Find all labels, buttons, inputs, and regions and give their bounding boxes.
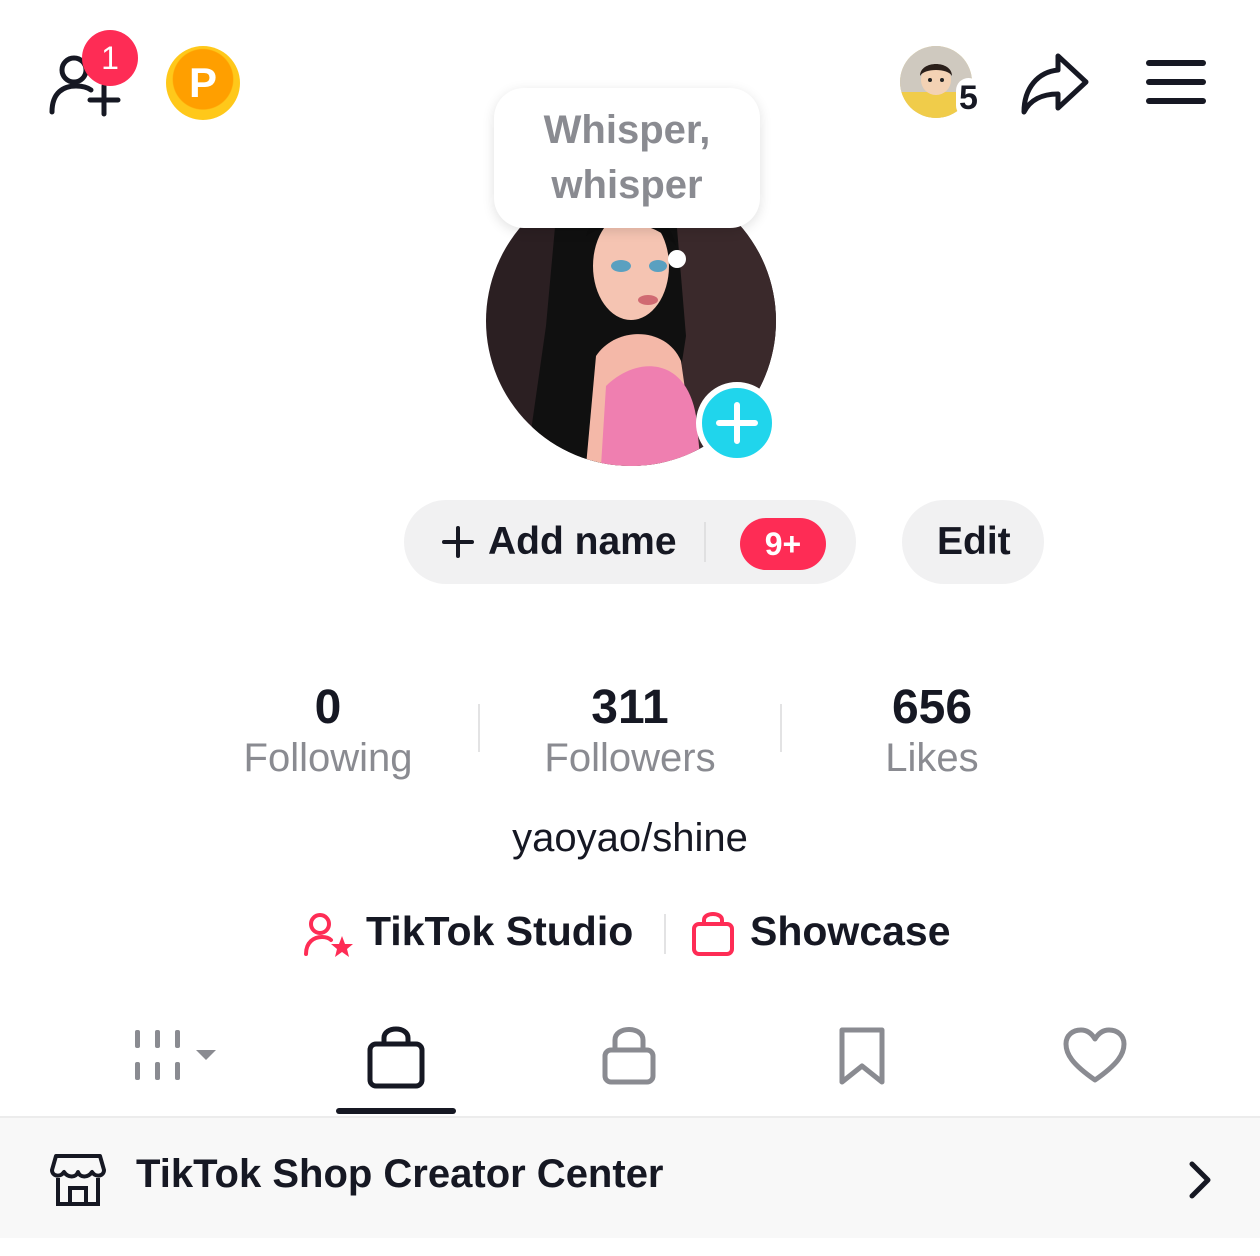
- coin-icon: P: [188, 59, 217, 106]
- lock-icon: [602, 1027, 656, 1085]
- profile-note-text: Whisper, whisper: [543, 108, 711, 207]
- menu-button[interactable]: [1146, 58, 1206, 106]
- pill-divider: [704, 522, 706, 562]
- creator-star-icon: [304, 913, 353, 957]
- coins-button[interactable]: P: [166, 46, 240, 120]
- likes-label: Likes: [885, 736, 979, 780]
- edit-label: Edit: [937, 520, 1011, 563]
- likes-count: 656: [891, 681, 973, 734]
- shopping-bag-icon: [692, 912, 734, 956]
- edit-profile-button[interactable]: Edit: [902, 500, 1044, 584]
- shop-creator-center-banner[interactable]: TikTok Shop Creator Center: [0, 1116, 1260, 1238]
- profile-note-bubble[interactable]: Whisper, whisper: [494, 88, 760, 228]
- tab-private[interactable]: [600, 1024, 658, 1086]
- tiktok-studio-link[interactable]: TikTok Studio: [302, 904, 646, 964]
- account-switch-count: 5: [956, 78, 981, 118]
- chevron-right-icon: [1189, 1161, 1211, 1199]
- bookmark-icon: [839, 1027, 885, 1085]
- tiktok-studio-label: TikTok Studio: [366, 908, 634, 954]
- add-name-label: Add name: [488, 520, 677, 563]
- tab-videos[interactable]: [130, 1026, 222, 1086]
- friend-request-badge: 1: [82, 30, 138, 86]
- tab-shop[interactable]: [364, 1024, 428, 1092]
- shop-creator-center-label: TikTok Shop Creator Center: [136, 1152, 664, 1196]
- active-tab-indicator: [336, 1108, 456, 1114]
- tab-saved[interactable]: [836, 1026, 888, 1086]
- grid-icon: [135, 1030, 216, 1080]
- stat-divider: [780, 704, 782, 752]
- following-count: 0: [314, 681, 342, 734]
- share-icon: [1021, 53, 1089, 115]
- share-button[interactable]: [1018, 50, 1092, 116]
- stat-divider: [478, 704, 480, 752]
- tab-liked[interactable]: [1062, 1026, 1128, 1086]
- shopping-bag-icon: [367, 1026, 425, 1089]
- hamburger-menu-icon: [1146, 60, 1206, 104]
- followers-count: 311: [591, 681, 669, 734]
- note-bubble-tail: [668, 250, 686, 268]
- add-name-badge: 9+: [740, 518, 826, 570]
- heart-icon: [1063, 1027, 1127, 1083]
- followers-label: Followers: [544, 736, 716, 780]
- links-divider: [664, 914, 666, 954]
- storefront-icon: [50, 1154, 106, 1206]
- showcase-label: Showcase: [750, 908, 951, 954]
- showcase-link[interactable]: Showcase: [690, 904, 970, 964]
- plus-icon: [716, 402, 758, 444]
- add-avatar-button[interactable]: [696, 382, 778, 464]
- following-label: Following: [243, 736, 413, 780]
- plus-icon: [442, 526, 474, 558]
- profile-bio: yaoyao/shine: [512, 816, 748, 860]
